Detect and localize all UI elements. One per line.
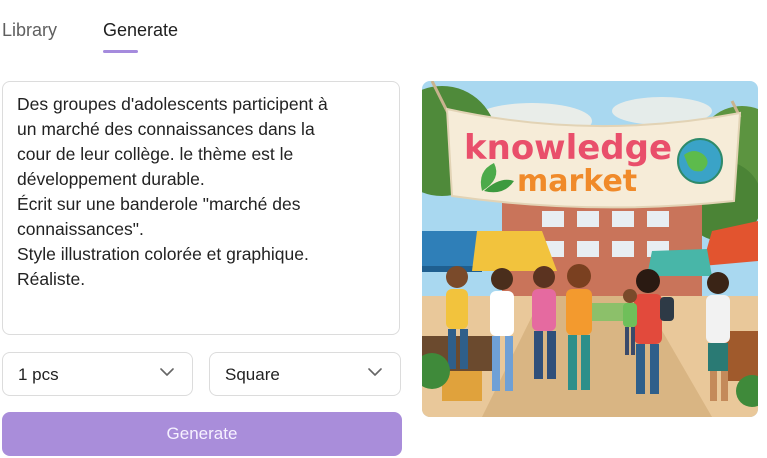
globe-icon — [677, 138, 723, 184]
chevron-down-icon — [368, 368, 382, 376]
active-tab-indicator — [103, 50, 138, 53]
prompt-text: Des groupes d'adolescents participent à … — [17, 94, 328, 289]
quantity-select[interactable]: 1 pcs — [2, 352, 193, 396]
aspect-ratio-value: Square — [225, 365, 280, 384]
generate-button[interactable]: Generate — [2, 412, 402, 456]
prompt-textarea[interactable]: Des groupes d'adolescents participent à … — [2, 81, 400, 335]
tab-bar: Library Generate — [0, 0, 400, 60]
generated-illustration: knowledge market — [422, 81, 758, 417]
generated-image[interactable]: knowledge market — [422, 81, 758, 417]
tab-generate[interactable]: Generate — [103, 20, 178, 41]
aspect-ratio-select[interactable]: Square — [209, 352, 401, 396]
chevron-down-icon — [160, 368, 174, 376]
tab-library[interactable]: Library — [2, 20, 57, 41]
quantity-value: 1 pcs — [18, 365, 59, 384]
banner-text-line2: market — [517, 164, 637, 199]
banner-text-line1: knowledge — [464, 128, 672, 168]
